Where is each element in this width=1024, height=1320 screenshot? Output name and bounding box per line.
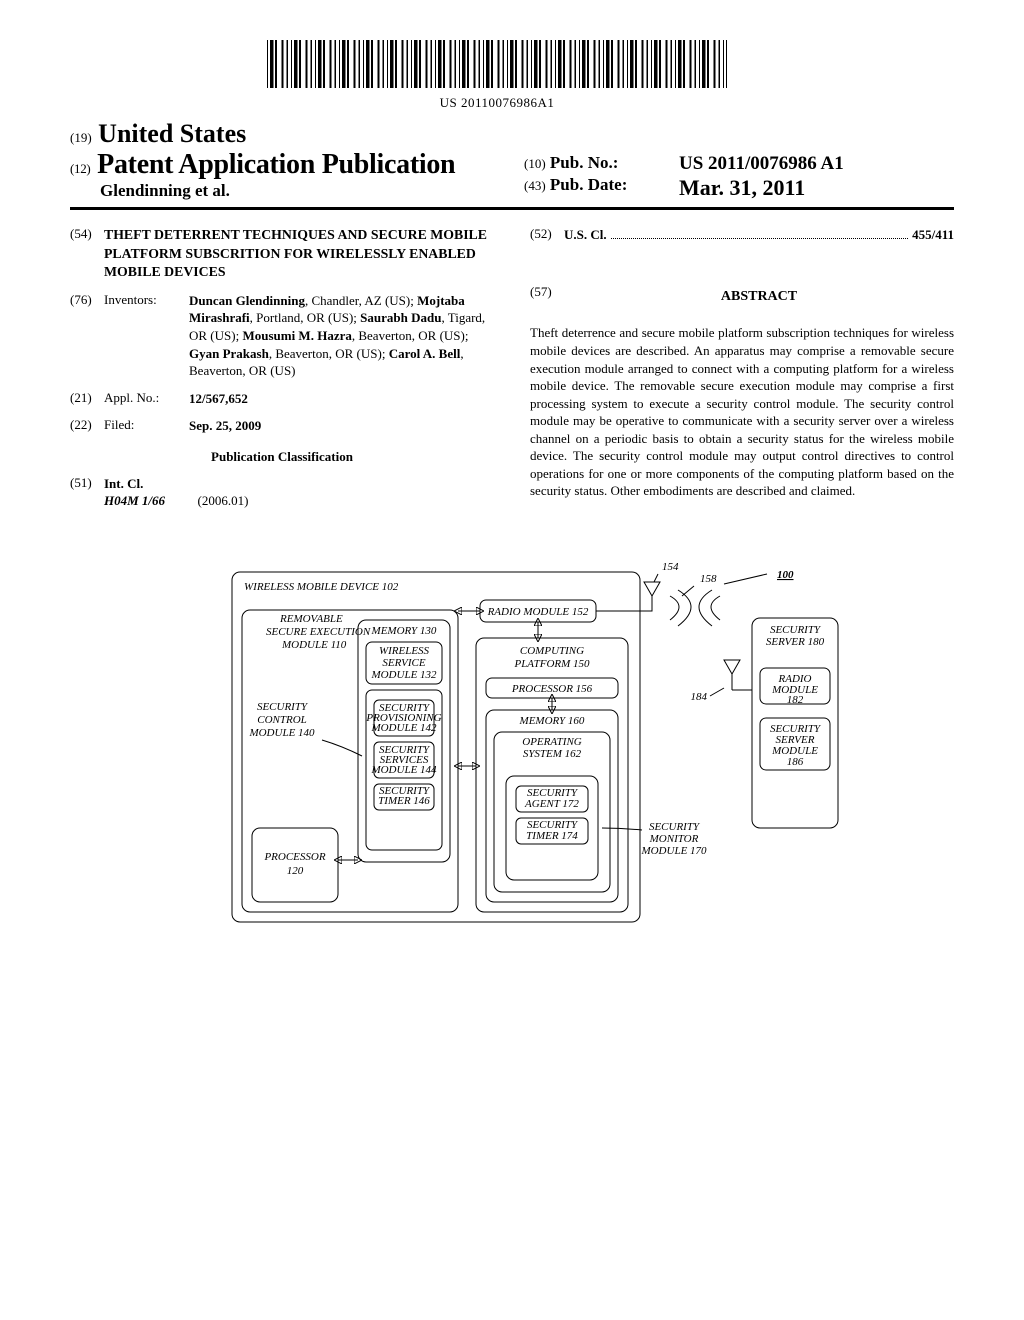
pub-number: US 2011/0076986 A1 <box>679 153 844 175</box>
invention-title: THEFT DETERRENT TECHNIQUES AND SECURE MO… <box>104 226 494 282</box>
fig-154-leader <box>654 574 658 582</box>
svg-text:TIMER 174: TIMER 174 <box>526 830 578 842</box>
barcode-block: US 20110076986A1 <box>70 40 954 111</box>
intcl-version: (2006.01) <box>198 493 249 508</box>
svg-text:OPERATING: OPERATING <box>522 736 582 748</box>
uscl-label: U.S. Cl. <box>564 226 607 244</box>
fig-scm140-leader <box>322 740 362 756</box>
filed-date: Sep. 25, 2009 <box>189 417 494 435</box>
svg-text:MODULE 144: MODULE 144 <box>370 764 437 776</box>
fig-mem160: MEMORY 160 <box>519 715 585 727</box>
inventors-label: Inventors: <box>104 292 189 380</box>
svg-text:154: 154 <box>662 561 679 573</box>
intcl-label: Int. Cl. <box>104 475 494 493</box>
fig-wave1 <box>670 596 679 620</box>
inventors-tag: (76) <box>70 292 104 380</box>
uscl-code: 455/411 <box>912 226 954 244</box>
dot-leader <box>611 238 908 239</box>
fig-removable-l2: SECURE EXECUTION <box>266 626 371 638</box>
svg-text:MODULE 142: MODULE 142 <box>370 722 437 734</box>
appl-label: Appl. No.: <box>104 390 189 408</box>
pub-date: Mar. 31, 2011 <box>679 175 805 201</box>
fig-158-leader <box>682 586 694 596</box>
left-column: (54) THEFT DETERRENT TECHNIQUES AND SECU… <box>70 226 494 520</box>
pub-type-tag: (12) <box>70 161 90 176</box>
intcl-code: H04M 1/66 <box>104 493 165 508</box>
appl-tag: (21) <box>70 390 104 408</box>
filed-label: Filed: <box>104 417 189 435</box>
barcode-number: US 20110076986A1 <box>440 95 555 110</box>
fig-antenna-184 <box>724 660 740 690</box>
svg-text:AGENT 172: AGENT 172 <box>524 798 579 810</box>
fig-ref-100: 100 <box>777 569 794 581</box>
pubno-label: Pub. No.: <box>550 153 618 172</box>
fig-radio152: RADIO MODULE 152 <box>487 606 589 618</box>
fig-wave4 <box>699 590 712 626</box>
fig-wave3 <box>711 596 720 620</box>
fig-wave2 <box>678 590 691 626</box>
svg-text:COMPUTING: COMPUTING <box>520 645 584 657</box>
barcode-graphic <box>267 40 727 88</box>
appl-no: 12/567,652 <box>189 390 494 408</box>
uscl-tag: (52) <box>530 226 564 244</box>
fig-smm170-leader <box>602 828 642 830</box>
svg-text:184: 184 <box>691 691 708 703</box>
svg-text:SERVER 180: SERVER 180 <box>766 636 825 648</box>
country: United States <box>98 119 246 148</box>
country-tag: (19) <box>70 130 92 145</box>
fig-proc156: PROCESSOR 156 <box>511 683 593 695</box>
svg-text:SECURITY: SECURITY <box>649 821 701 833</box>
title-tag: (54) <box>70 226 104 282</box>
fig-ref-100-line <box>724 574 767 584</box>
pubdate-label: Pub. Date: <box>550 175 627 194</box>
svg-text:TIMER 146: TIMER 146 <box>378 795 430 807</box>
svg-text:MONITOR: MONITOR <box>649 833 699 845</box>
filed-tag: (22) <box>70 417 104 435</box>
svg-text:PLATFORM 150: PLATFORM 150 <box>513 658 590 670</box>
svg-text:186: 186 <box>787 756 804 768</box>
svg-text:CONTROL: CONTROL <box>257 714 307 726</box>
svg-text:SECURITY: SECURITY <box>770 624 822 636</box>
svg-text:WIRELESS: WIRELESS <box>379 645 430 657</box>
pubdate-tag: (43) <box>524 178 546 193</box>
pub-classification-header: Publication Classification <box>70 449 494 465</box>
svg-text:SECURITY: SECURITY <box>257 701 309 713</box>
fig-memory130: MEMORY 130 <box>371 625 437 637</box>
svg-text:SERVICE: SERVICE <box>382 657 425 669</box>
svg-text:120: 120 <box>287 865 304 877</box>
authors-header: Glendinning et al. <box>70 181 512 201</box>
svg-text:158: 158 <box>700 573 717 585</box>
fig-device-title: WIRELESS MOBILE DEVICE 102 <box>244 581 399 593</box>
intcl-tag: (51) <box>70 475 104 510</box>
pub-type: Patent Application Publication <box>97 149 455 180</box>
fig-184-leader <box>710 688 724 696</box>
svg-text:182: 182 <box>787 694 804 706</box>
fig-antenna-154 <box>642 582 660 611</box>
abstract-text: Theft deterrence and secure mobile platf… <box>530 324 954 499</box>
right-column: (52) U.S. Cl. 455/411 (57) ABSTRACT Thef… <box>530 226 954 520</box>
fig-removable-l3: MODULE 110 <box>281 639 347 651</box>
header-rule <box>70 207 954 210</box>
biblio-columns: (54) THEFT DETERRENT TECHNIQUES AND SECU… <box>70 226 954 520</box>
svg-text:PROCESSOR: PROCESSOR <box>263 851 325 863</box>
fig-cp150-box <box>476 638 628 912</box>
svg-text:MODULE 140: MODULE 140 <box>248 727 315 739</box>
pubno-tag: (10) <box>524 156 546 171</box>
header: (19) United States (12) Patent Applicati… <box>70 119 954 201</box>
inventors-list: Duncan Glendinning, Chandler, AZ (US); M… <box>189 292 494 380</box>
figure-1: 100 WIRELESS MOBILE DEVICE 102 REMOVABLE… <box>70 560 954 940</box>
svg-text:MODULE 132: MODULE 132 <box>370 669 437 681</box>
fig-removable-l1: REMOVABLE <box>279 613 343 625</box>
abstract-label: ABSTRACT <box>564 288 954 307</box>
svg-text:MODULE 170: MODULE 170 <box>640 845 707 857</box>
abstract-tag: (57) <box>530 284 564 315</box>
svg-text:SYSTEM 162: SYSTEM 162 <box>523 748 582 760</box>
